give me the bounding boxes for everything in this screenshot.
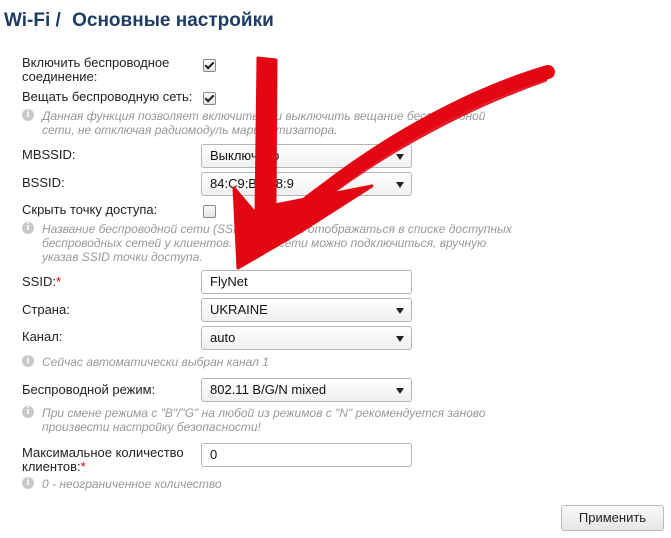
mbssid-label: MBSSID: [22,147,76,162]
mode-hint-text: При смене режима с "B"/"G" на любой из р… [42,406,486,434]
broadcast-checkbox[interactable] [203,92,216,105]
hide-ap-hint: i Название беспроводной сети (SSID) не б… [22,222,520,264]
required-mark: * [80,459,86,474]
ssid-label-text: SSID: [22,274,56,289]
hide-ap-label: Скрыть точку доступа: [22,202,158,217]
hide-ap-hint-text: Название беспроводной сети (SSID) не буд… [42,222,512,264]
max-clients-value: 0 [210,447,218,462]
mbssid-select[interactable]: Выключено [201,144,412,168]
ssid-value: FlyNet [210,274,248,289]
mode-hint: i При смене режима с "B"/"G" на любой из… [22,406,520,434]
max-clients-hint-text: 0 - неограниченное количество [42,477,222,491]
max-clients-input[interactable]: 0 [201,443,412,467]
broadcast-hint: i Данная функция позволяет включить или … [22,109,520,137]
mode-value: 802.11 B/G/N mixed [210,382,327,397]
channel-hint-text: Сейчас автоматически выбран канал 1 [42,355,269,369]
info-icon: i [22,406,34,418]
channel-label: Канал: [22,329,63,344]
ssid-input[interactable]: FlyNet [201,270,412,294]
channel-hint: i Сейчас автоматически выбран канал 1 [22,355,520,369]
channel-value: auto [210,330,236,345]
chevron-down-icon [396,388,404,394]
required-mark: * [55,274,62,289]
enable-wireless-label: Включить беспроводное соединение: [22,55,170,84]
ssid-label: SSID:* [22,275,61,289]
chevron-down-icon [396,308,404,314]
bssid-select[interactable]: 84:C9:B2:F8:9 [201,172,412,196]
broadcast-label: Вещать беспроводную сеть: [22,89,193,104]
max-clients-hint: i 0 - неограниченное количество [22,477,442,491]
chevron-down-icon [396,154,404,160]
info-icon: i [22,355,34,367]
mode-label: Беспроводной режим: [22,382,156,397]
mode-select[interactable]: 802.11 B/G/N mixed [201,378,412,402]
info-icon: i [22,222,34,234]
broadcast-hint-text: Данная функция позволяет включить или вы… [42,109,486,137]
country-value: UKRAINE [210,302,268,317]
info-icon: i [22,109,34,121]
enable-wireless-checkbox[interactable] [203,59,216,72]
channel-select[interactable]: auto [201,326,412,350]
title-separator: / [55,10,61,31]
info-icon: i [22,477,34,489]
page-heading: Основные настройки [72,10,274,31]
bssid-label: BSSID: [22,175,65,190]
apply-button[interactable]: Применить [561,505,664,531]
section-name: Wi-Fi [4,10,51,31]
chevron-down-icon [396,336,404,342]
max-clients-label: Максимальное количество клиентов:* [22,446,192,474]
country-select[interactable]: UKRAINE [201,298,412,322]
max-clients-label-text: Максимальное количество клиентов: [22,445,184,474]
chevron-down-icon [396,182,404,188]
country-label: Страна: [22,302,70,317]
hide-ap-checkbox[interactable] [203,205,216,218]
bssid-value: 84:C9:B2:F8:9 [210,176,294,191]
mbssid-value: Выключено [210,148,280,163]
page-title: Wi-Fi / Основные настройки [4,10,274,32]
